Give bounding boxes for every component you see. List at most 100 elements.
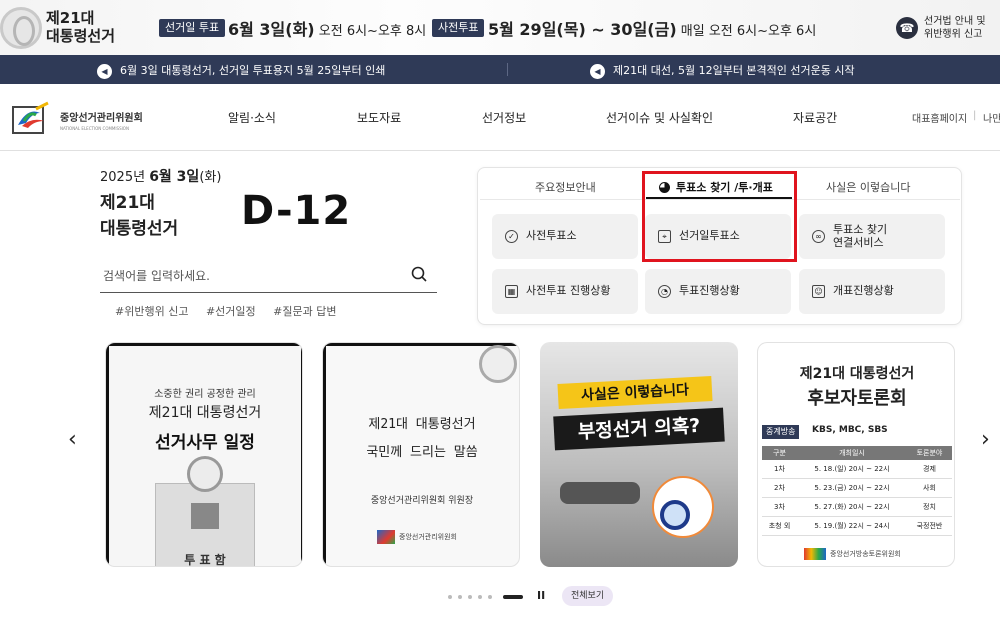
pager-dot[interactable] — [478, 595, 482, 599]
pager-dot[interactable] — [458, 595, 462, 599]
pager-active-bar[interactable] — [503, 595, 523, 599]
card-heading: 선거사무 일정 — [155, 433, 255, 453]
hero-title-line1: 제21대 — [100, 193, 155, 213]
hero-title-line2: 대통령선거 — [100, 219, 179, 239]
notice-item[interactable]: ◀ 제21대 대선, 5월 12일부터 본격적인 선거운동 시작 — [590, 62, 855, 79]
election-banner: 제21대 대통령선거 선거일 투표 6월 3일(화) 오전 6시~오후 8시 사… — [0, 0, 1000, 55]
button-label: 사전투표소 — [526, 229, 577, 242]
tag-faq[interactable]: #질문과 답변 — [273, 305, 336, 318]
carousel-card-debate[interactable]: 제21대 대통령선거 후보자토론회 중계방송 KBS, MBC, SBS 구분 … — [757, 342, 955, 567]
vote-progress-button[interactable]: ◔ 투표진행상황 — [645, 269, 791, 314]
debate-table: 구분 개최일시 토론분야 1차 5. 18.(일) 20시 ~ 22시 경제 2… — [762, 446, 952, 536]
button-label: 개표진행상황 — [833, 284, 894, 297]
ballot-slot-icon — [191, 503, 219, 529]
speaker-icon: ◀ — [590, 63, 605, 79]
date-year: 2025년 — [100, 170, 146, 185]
early-vote-time: 매일 오전 6시~오후 6시 — [680, 24, 817, 39]
table-header: 구분 개최일시 토론분야 — [762, 446, 952, 460]
table-cell: 국정전반 — [916, 522, 943, 530]
phone-icon[interactable]: ☎ — [896, 17, 918, 39]
org-name-ko: 중앙선거관리위원회 — [60, 113, 143, 124]
carousel-card-factcheck[interactable]: 사실은 이렇습니다 부정선거 의혹? — [540, 342, 738, 567]
carousel-card-schedule[interactable]: 소중한 권리 공정한 관리 제21대 대통령선거 선거사무 일정 투 표 함 — [105, 342, 303, 567]
table-cell: 5. 27.(화) 20시 ~ 22시 — [814, 503, 890, 511]
ballot-box-label: 투 표 함 — [184, 553, 226, 567]
org-name-en: NATIONAL ELECTION COMMISSION — [60, 126, 129, 131]
menu-news[interactable]: 알림·소식 — [228, 109, 276, 126]
law-info-link[interactable]: 선거법 안내 및 위반행위 신고 — [924, 15, 986, 41]
menu-press[interactable]: 보도자료 — [357, 109, 401, 126]
notice-item[interactable]: ◀ 6월 3일 대통령선거, 선거일 투표용지 5월 25일부터 인쇄 — [97, 62, 385, 79]
main-navigation: 중앙선거관리위원회 NATIONAL ELECTION COMMISSION 알… — [0, 84, 1000, 151]
check-circle-icon: ✓ — [505, 230, 518, 243]
util-main-homepage[interactable]: 대표홈페이지 — [912, 110, 967, 125]
ballot-stamp-icon — [0, 7, 42, 49]
highlight-box — [642, 171, 797, 262]
util-divider: | — [973, 110, 977, 121]
polling-place-link-service-button[interactable]: ∞ 투표소 찾기 연결서비스 — [799, 214, 945, 259]
speaker-icon: ◀ — [97, 63, 112, 79]
broadcasters: KBS, MBC, SBS — [812, 425, 888, 435]
card-title: 제21대 대통령선거 — [799, 366, 915, 382]
card-subtitle: 소중한 권리 공정한 관리 — [154, 389, 256, 400]
carousel-card-message[interactable]: 제21대 대통령선거 국민께 드리는 말씀 중앙선거관리위원회 위원장 중앙선거… — [322, 342, 520, 567]
table-cell: 1차 — [774, 465, 785, 473]
search-box[interactable]: 검색어를 입력하세요. — [100, 262, 437, 293]
menu-issues-factcheck[interactable]: 선거이슈 및 사실확인 — [606, 109, 713, 126]
table-cell: 3차 — [774, 503, 785, 511]
pie-icon: ◔ — [658, 285, 671, 298]
person-icon: ☺ — [812, 285, 825, 298]
early-polling-place-button[interactable]: ✓ 사전투표소 — [492, 214, 638, 259]
election-day-date: 6월 3일(화) — [228, 20, 315, 39]
early-vote-progress-button[interactable]: ▦ 사전투표 진행상황 — [492, 269, 638, 314]
election-title[interactable]: 제21대 대통령선거 — [46, 9, 115, 45]
early-vote-badge: 사전투표 — [432, 19, 485, 37]
search-icon[interactable] — [411, 266, 427, 282]
election-day-badge: 선거일 투표 — [159, 19, 226, 37]
util-my[interactable]: 나만 — [983, 110, 1000, 125]
search-input[interactable]: 검색어를 입력하세요. — [103, 267, 210, 284]
count-progress-button[interactable]: ☺ 개표진행상황 — [799, 269, 945, 314]
table-cell: 2차 — [774, 484, 785, 492]
election-title-line2: 대통령선거 — [46, 27, 116, 45]
card-org: 중앙선거관리위원회 — [399, 533, 457, 541]
election-day-time: 오전 6시~오후 8시 — [318, 24, 427, 39]
org-name[interactable]: 중앙선거관리위원회 NATIONAL ELECTION COMMISSION — [60, 109, 143, 131]
pager-dot[interactable] — [468, 595, 472, 599]
carousel-prev-button[interactable]: ‹ — [68, 427, 77, 452]
button-label: 투표소 찾기 연결서비스 — [833, 223, 887, 249]
early-vote-schedule: 5월 29일(목) ~ 30일(금) 매일 오전 6시~오후 6시 — [488, 16, 816, 40]
pager-dot[interactable] — [448, 595, 452, 599]
ballot-stamp-icon — [187, 456, 223, 492]
card-heading: 후보자토론회 — [807, 388, 907, 409]
table-row: 3차 5. 27.(화) 20시 ~ 22시 정치 — [762, 498, 952, 517]
nec-logo-icon[interactable] — [10, 101, 52, 135]
election-date: 2025년 6월 3일(화) — [100, 166, 221, 186]
table-cell: 5. 19.(월) 22시 ~ 24시 — [814, 522, 890, 530]
card-title: 제21대 대통령선거 — [148, 405, 262, 421]
notice-bar: ◀ 6월 3일 대통령선거, 선거일 투표용지 5월 25일부터 인쇄 ◀ 제21대… — [0, 55, 1000, 84]
table-row: 초청 외 5. 19.(월) 22시 ~ 24시 국정전반 — [762, 517, 952, 536]
view-all-button[interactable]: 전체보기 — [562, 586, 614, 606]
tag-schedule[interactable]: #선거일정 — [206, 305, 256, 318]
magnifier-icon — [660, 500, 690, 530]
card-author: 중앙선거관리위원회 위원장 — [370, 496, 474, 506]
notice-text: 6월 3일 대통령선거, 선거일 투표용지 5월 25일부터 인쇄 — [120, 64, 386, 77]
carousel-next-button[interactable]: › — [981, 427, 990, 452]
pause-button[interactable]: II — [537, 589, 545, 602]
date-day: 6월 3일 — [149, 169, 200, 185]
menu-election-info[interactable]: 선거정보 — [482, 109, 526, 126]
tag-violation-report[interactable]: #위반행위 신고 — [115, 305, 188, 318]
pager-dot[interactable] — [488, 595, 492, 599]
header-cell: 개최일시 — [839, 449, 865, 457]
card-heading: 국민께 드리는 말씀 — [366, 445, 478, 460]
header-cell: 구분 — [773, 449, 786, 457]
date-weekday: (화) — [199, 170, 222, 185]
table-cell: 경제 — [923, 465, 936, 473]
law-info-line1: 선거법 안내 및 — [924, 16, 986, 27]
notice-divider — [507, 63, 508, 76]
menu-resources[interactable]: 자료공간 — [793, 109, 837, 126]
election-day-schedule: 6월 3일(화) 오전 6시~오후 8시 — [228, 16, 426, 40]
tab-main-info[interactable]: 주요정보안내 — [535, 179, 596, 195]
tab-factcheck[interactable]: 사실은 이렇습니다 — [826, 179, 910, 195]
